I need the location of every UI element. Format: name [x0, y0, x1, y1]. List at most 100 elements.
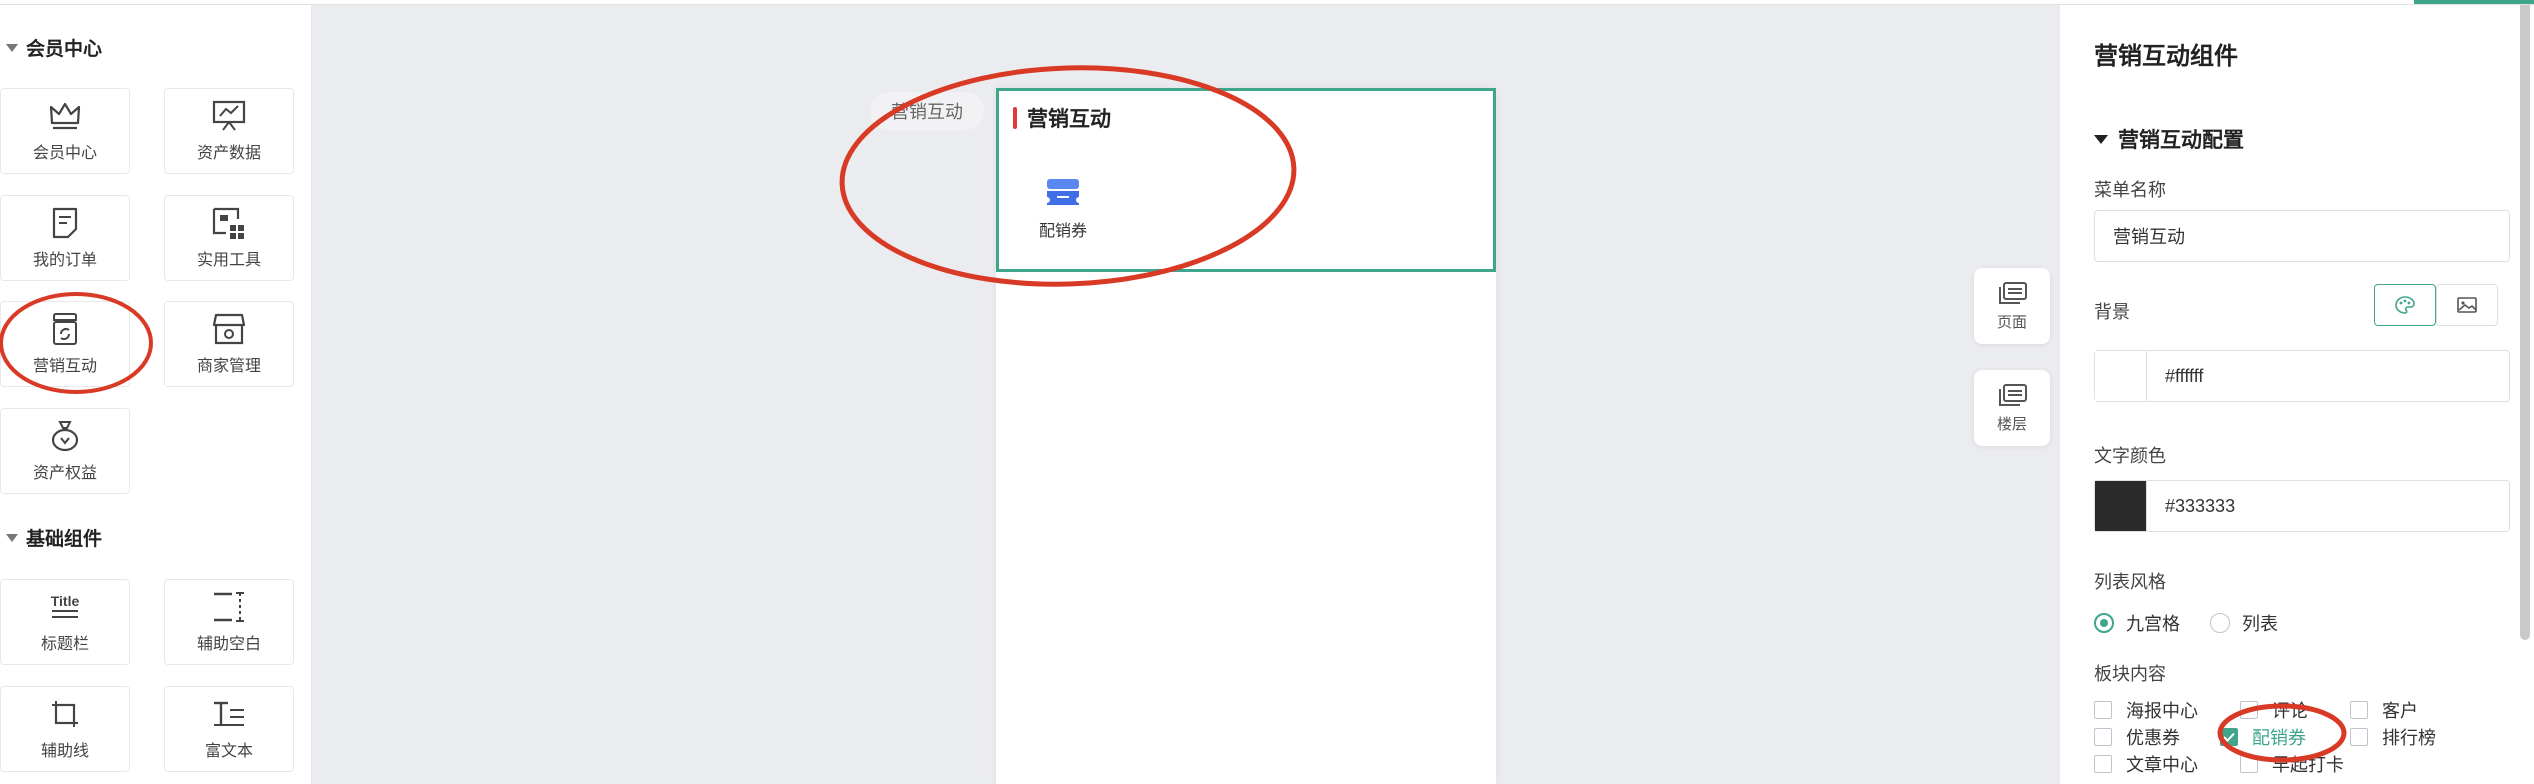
menu-name-input[interactable]: 营销互动: [2094, 210, 2510, 262]
component-title-bar[interactable]: Title 标题栏: [0, 579, 130, 665]
config-panel: 营销互动组件 营销互动配置 菜单名称 营销互动 背景 #ffffff 文字颜色 …: [2060, 0, 2534, 784]
component-member-center[interactable]: 会员中心: [0, 88, 130, 174]
title-icon-text: Title: [50, 593, 80, 609]
chart-board-icon: [212, 99, 246, 133]
check-icon: [2223, 732, 2235, 742]
radio-grid-label[interactable]: 九宫格: [2126, 610, 2180, 636]
background-label: 背景: [2094, 302, 2130, 322]
block-item-coupon[interactable]: 配销券: [1033, 177, 1093, 241]
rich-text-icon: [212, 697, 246, 731]
checkbox-checked[interactable]: [2220, 728, 2238, 746]
top-accent: [2414, 0, 2534, 4]
image-icon: [2457, 297, 2477, 313]
page-icon: [1999, 281, 2027, 304]
floor-icon: [1999, 383, 2027, 406]
checkbox[interactable]: [2350, 701, 2368, 719]
page-button[interactable]: 页面: [1974, 268, 2050, 344]
config-section-title: 营销互动配置: [2118, 129, 2244, 152]
collapse-arrow-icon: [6, 43, 18, 52]
collapse-arrow-icon: [2094, 134, 2108, 144]
component-label: 资产权益: [32, 465, 97, 482]
component-label: 辅助线: [40, 743, 89, 760]
checkbox-label: 早起打卡: [2272, 755, 2344, 775]
component-label: 辅助空白: [196, 636, 261, 653]
menu-name-value: 营销互动: [2113, 227, 2185, 247]
component-label: 商家管理: [196, 358, 261, 375]
content-checkbox-article-center[interactable]: 文章中心: [2094, 751, 2198, 777]
content-checkbox-customer[interactable]: 客户: [2350, 697, 2418, 723]
text-color-value: #333333: [2165, 495, 2236, 516]
text-color-label: 文字颜色: [2094, 446, 2166, 466]
component-label: 富文本: [204, 743, 253, 760]
list-style-options: 九宫格 列表: [2094, 610, 2278, 636]
checkbox[interactable]: [2094, 701, 2112, 719]
content-checkbox-leaderboard[interactable]: 排行榜: [2350, 724, 2436, 750]
background-color-input[interactable]: #ffffff: [2094, 350, 2510, 402]
checkbox[interactable]: [2240, 755, 2258, 773]
marketing-icon: [48, 312, 82, 346]
checkbox[interactable]: [2094, 728, 2112, 746]
block-title: 营销互动: [1013, 103, 1111, 133]
content-label: 板块内容: [2094, 664, 2166, 684]
background-color-toggle[interactable]: [2374, 284, 2436, 326]
background-image-toggle[interactable]: [2436, 284, 2498, 326]
radio-list[interactable]: [2210, 613, 2230, 633]
shop-icon: [212, 312, 246, 346]
component-asset-rights[interactable]: 资产权益: [0, 408, 130, 494]
group-header-basic[interactable]: 基础组件: [6, 524, 102, 551]
component-my-orders[interactable]: 我的订单: [0, 195, 130, 281]
component-label: 资产数据: [196, 145, 261, 162]
floor-button[interactable]: 楼层: [1974, 370, 2050, 446]
text-color-input[interactable]: #333333: [2094, 480, 2510, 532]
checkbox[interactable]: [2350, 728, 2368, 746]
checkbox-label: 评论: [2272, 701, 2308, 721]
block-item-label: 配销券: [1038, 223, 1087, 240]
coupon-icon: [1047, 179, 1079, 205]
scrollbar[interactable]: [2520, 0, 2530, 640]
checkbox-label: 排行榜: [2382, 728, 2436, 748]
content-checkbox-early-checkin[interactable]: 早起打卡: [2240, 751, 2344, 777]
component-panel: 会员中心 会员中心 资产数据 我的订单 实用工具 营销互动 商家管理 资产权益 …: [0, 0, 312, 784]
title-icon: Title: [48, 590, 82, 624]
checkbox-label: 文章中心: [2126, 755, 2198, 775]
checkbox[interactable]: [2240, 701, 2258, 719]
title-accent-bar: [1013, 107, 1017, 129]
component-label: 营销互动: [32, 358, 97, 375]
marketing-block-preview[interactable]: 营销互动 配销券: [996, 88, 1496, 272]
checkbox[interactable]: [2094, 755, 2112, 773]
text-color-swatch[interactable]: [2095, 481, 2147, 531]
content-checkbox-coupon[interactable]: 优惠券: [2094, 724, 2180, 750]
checkbox-label: 客户: [2382, 701, 2418, 721]
page-button-label: 页面: [1996, 313, 2027, 331]
content-checkbox-distribution-coupon[interactable]: 配销券: [2220, 724, 2306, 750]
content-checkbox-comment[interactable]: 评论: [2240, 697, 2308, 723]
group-header-member[interactable]: 会员中心: [6, 34, 102, 61]
guide-line-icon: [48, 697, 82, 731]
component-utility-tools[interactable]: 实用工具: [164, 195, 294, 281]
component-rich-text[interactable]: 富文本: [164, 686, 294, 772]
menu-name-label: 菜单名称: [2094, 180, 2166, 200]
collapse-arrow-icon: [6, 533, 18, 542]
component-label: 实用工具: [196, 252, 261, 269]
money-bag-icon: [48, 419, 82, 453]
component-label: 会员中心: [32, 145, 97, 162]
group-title: 基础组件: [26, 529, 103, 550]
checkbox-label: 海报中心: [2126, 701, 2198, 721]
checkbox-label: 优惠券: [2126, 728, 2180, 748]
floor-button-label: 楼层: [1996, 415, 2027, 433]
config-section-header[interactable]: 营销互动配置: [2094, 124, 2244, 154]
radio-grid[interactable]: [2094, 613, 2114, 633]
component-asset-data[interactable]: 资产数据: [164, 88, 294, 174]
group-title: 会员中心: [26, 39, 103, 60]
background-color-value: #ffffff: [2165, 365, 2204, 386]
radio-list-label[interactable]: 列表: [2242, 610, 2278, 636]
background-swatch[interactable]: [2095, 351, 2147, 401]
component-merchant-management[interactable]: 商家管理: [164, 301, 294, 387]
block-title-text: 营销互动: [1027, 108, 1111, 131]
checkbox-label: 配销券: [2252, 728, 2306, 748]
component-blank-space[interactable]: 辅助空白: [164, 579, 294, 665]
component-label: 我的订单: [32, 252, 97, 269]
content-checkbox-poster-center[interactable]: 海报中心: [2094, 697, 2198, 723]
component-guide-line[interactable]: 辅助线: [0, 686, 130, 772]
component-marketing-interaction[interactable]: 营销互动: [0, 301, 130, 387]
